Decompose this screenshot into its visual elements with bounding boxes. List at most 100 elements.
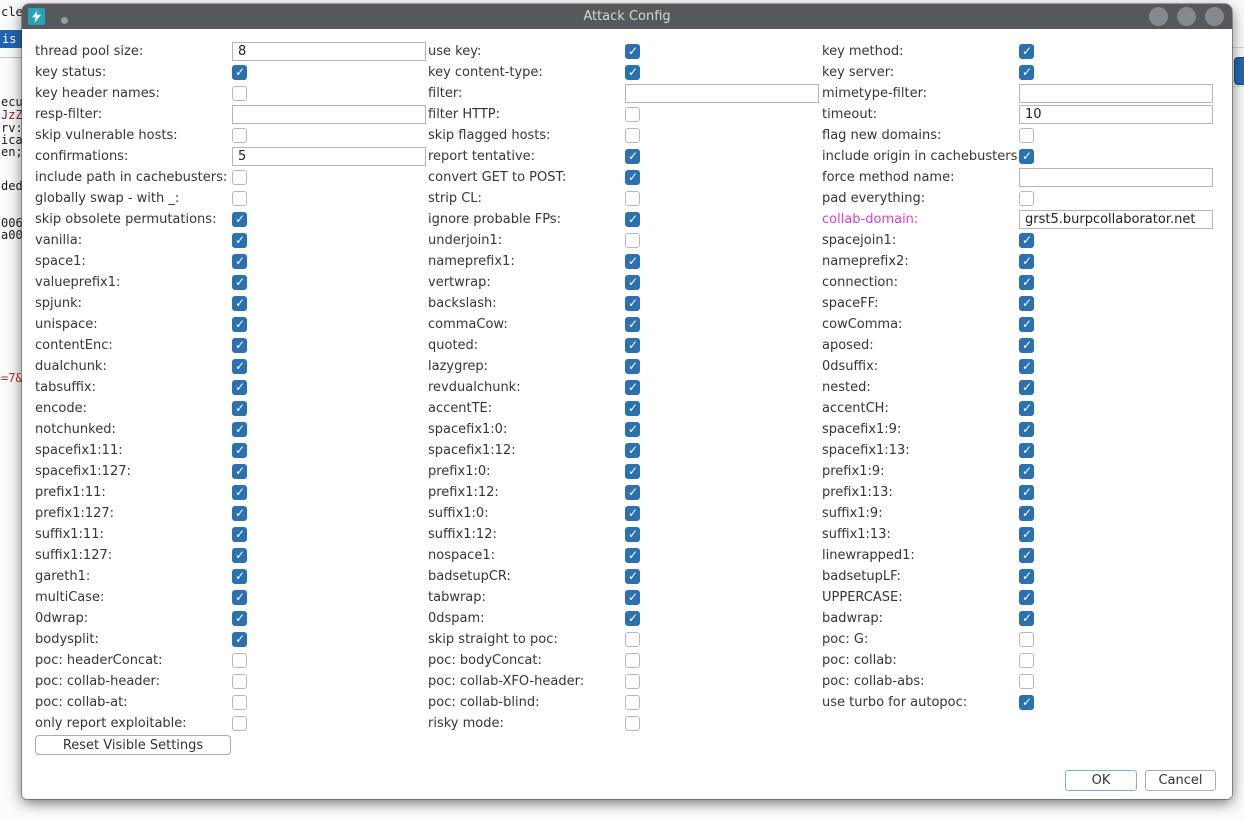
0dspam-checkbox[interactable] [625, 611, 640, 626]
skip-vulnerable-hosts-checkbox[interactable] [232, 128, 247, 143]
spacefix1-127-checkbox[interactable] [232, 464, 247, 479]
tabwrap-checkbox[interactable] [625, 590, 640, 605]
key-method-checkbox[interactable] [1019, 44, 1034, 59]
only-report-exploitable-checkbox[interactable] [232, 716, 247, 731]
close-button[interactable] [1205, 7, 1224, 26]
key-content-type-checkbox[interactable] [625, 65, 640, 80]
tabsuffix-checkbox[interactable] [232, 380, 247, 395]
globally-swap-with-checkbox[interactable] [232, 191, 247, 206]
mimetype-filter-input[interactable] [1019, 84, 1213, 103]
connection-checkbox[interactable] [1019, 275, 1034, 290]
prefix1-12-checkbox[interactable] [625, 485, 640, 500]
valueprefix1-checkbox[interactable] [232, 275, 247, 290]
convert-get-to-post-checkbox[interactable] [625, 170, 640, 185]
suffix1-9-checkbox[interactable] [1019, 506, 1034, 521]
confirmations-input[interactable] [232, 147, 426, 166]
spacefix1-12-checkbox[interactable] [625, 443, 640, 458]
filter-input[interactable] [625, 84, 819, 103]
aposed-checkbox[interactable] [1019, 338, 1034, 353]
spacefix1-11-checkbox[interactable] [232, 443, 247, 458]
space1-checkbox[interactable] [232, 254, 247, 269]
maximize-button[interactable] [1177, 7, 1196, 26]
spacefix1-0-checkbox[interactable] [625, 422, 640, 437]
suffix1-13-checkbox[interactable] [1019, 527, 1034, 542]
revdualchunk-checkbox[interactable] [625, 380, 640, 395]
badwrap-checkbox[interactable] [1019, 611, 1034, 626]
nospace1-checkbox[interactable] [625, 548, 640, 563]
backslash-checkbox[interactable] [625, 296, 640, 311]
unispace-checkbox[interactable] [232, 317, 247, 332]
nameprefix2-checkbox[interactable] [1019, 254, 1034, 269]
accentch-checkbox[interactable] [1019, 401, 1034, 416]
nameprefix1-checkbox[interactable] [625, 254, 640, 269]
strip-cl-checkbox[interactable] [625, 191, 640, 206]
filter-http-checkbox[interactable] [625, 107, 640, 122]
suffix1-11-checkbox[interactable] [232, 527, 247, 542]
badsetupcr-checkbox[interactable] [625, 569, 640, 584]
prefix1-13-checkbox[interactable] [1019, 485, 1034, 500]
notchunked-checkbox[interactable] [232, 422, 247, 437]
use-key-checkbox[interactable] [625, 44, 640, 59]
poc-bodyconcat-checkbox[interactable] [625, 653, 640, 668]
use-turbo-for-autopoc-checkbox[interactable] [1019, 695, 1034, 710]
skip-obsolete-permutations-checkbox[interactable] [232, 212, 247, 227]
poc-collab-blind-checkbox[interactable] [625, 695, 640, 710]
uppercase-checkbox[interactable] [1019, 590, 1034, 605]
underjoin1-checkbox[interactable] [625, 233, 640, 248]
poc-collab-at-checkbox[interactable] [232, 695, 247, 710]
ignore-probable-fps-checkbox[interactable] [625, 212, 640, 227]
collab-domain-input[interactable] [1019, 210, 1213, 229]
accentte-checkbox[interactable] [625, 401, 640, 416]
spacefix1-13-checkbox[interactable] [1019, 443, 1034, 458]
lazygrep-checkbox[interactable] [625, 359, 640, 374]
spacefix1-9-checkbox[interactable] [1019, 422, 1034, 437]
risky-mode-checkbox[interactable] [625, 716, 640, 731]
resp-filter-input[interactable] [232, 105, 426, 124]
quoted-checkbox[interactable] [625, 338, 640, 353]
spaceff-checkbox[interactable] [1019, 296, 1034, 311]
flag-new-domains-checkbox[interactable] [1019, 128, 1034, 143]
include-path-in-cachebusters-checkbox[interactable] [232, 170, 247, 185]
report-tentative-checkbox[interactable] [625, 149, 640, 164]
cancel-button[interactable]: Cancel [1145, 770, 1216, 791]
commacow-checkbox[interactable] [625, 317, 640, 332]
prefix1-0-checkbox[interactable] [625, 464, 640, 479]
poc-headerconcat-checkbox[interactable] [232, 653, 247, 668]
key-header-names-checkbox[interactable] [232, 86, 247, 101]
reset-visible-settings-button[interactable]: Reset Visible Settings [35, 735, 231, 755]
poc-collab-xfo-header-checkbox[interactable] [625, 674, 640, 689]
vertwrap-checkbox[interactable] [625, 275, 640, 290]
spacejoin1-checkbox[interactable] [1019, 233, 1034, 248]
bodysplit-checkbox[interactable] [232, 632, 247, 647]
poc-g-checkbox[interactable] [1019, 632, 1034, 647]
skip-flagged-hosts-checkbox[interactable] [625, 128, 640, 143]
include-origin-in-cachebusters-checkbox[interactable] [1019, 149, 1034, 164]
0dsuffix-checkbox[interactable] [1019, 359, 1034, 374]
poc-collab-header-checkbox[interactable] [232, 674, 247, 689]
minimize-button[interactable] [1149, 7, 1168, 26]
key-status-checkbox[interactable] [232, 65, 247, 80]
dualchunk-checkbox[interactable] [232, 359, 247, 374]
spjunk-checkbox[interactable] [232, 296, 247, 311]
0dwrap-checkbox[interactable] [232, 611, 247, 626]
force-method-name-input[interactable] [1019, 168, 1213, 187]
cowcomma-checkbox[interactable] [1019, 317, 1034, 332]
contentenc-checkbox[interactable] [232, 338, 247, 353]
suffix1-0-checkbox[interactable] [625, 506, 640, 521]
badsetuplf-checkbox[interactable] [1019, 569, 1034, 584]
vanilla-checkbox[interactable] [232, 233, 247, 248]
gareth1-checkbox[interactable] [232, 569, 247, 584]
suffix1-12-checkbox[interactable] [625, 527, 640, 542]
thread-pool-size-input[interactable] [232, 42, 426, 61]
titlebar[interactable]: Attack Config [22, 4, 1232, 29]
poc-collab-checkbox[interactable] [1019, 653, 1034, 668]
key-server-checkbox[interactable] [1019, 65, 1034, 80]
prefix1-127-checkbox[interactable] [232, 506, 247, 521]
nested-checkbox[interactable] [1019, 380, 1034, 395]
skip-straight-to-poc-checkbox[interactable] [625, 632, 640, 647]
timeout-input[interactable] [1019, 105, 1213, 124]
pad-everything-checkbox[interactable] [1019, 191, 1034, 206]
encode-checkbox[interactable] [232, 401, 247, 416]
prefix1-11-checkbox[interactable] [232, 485, 247, 500]
linewrapped1-checkbox[interactable] [1019, 548, 1034, 563]
